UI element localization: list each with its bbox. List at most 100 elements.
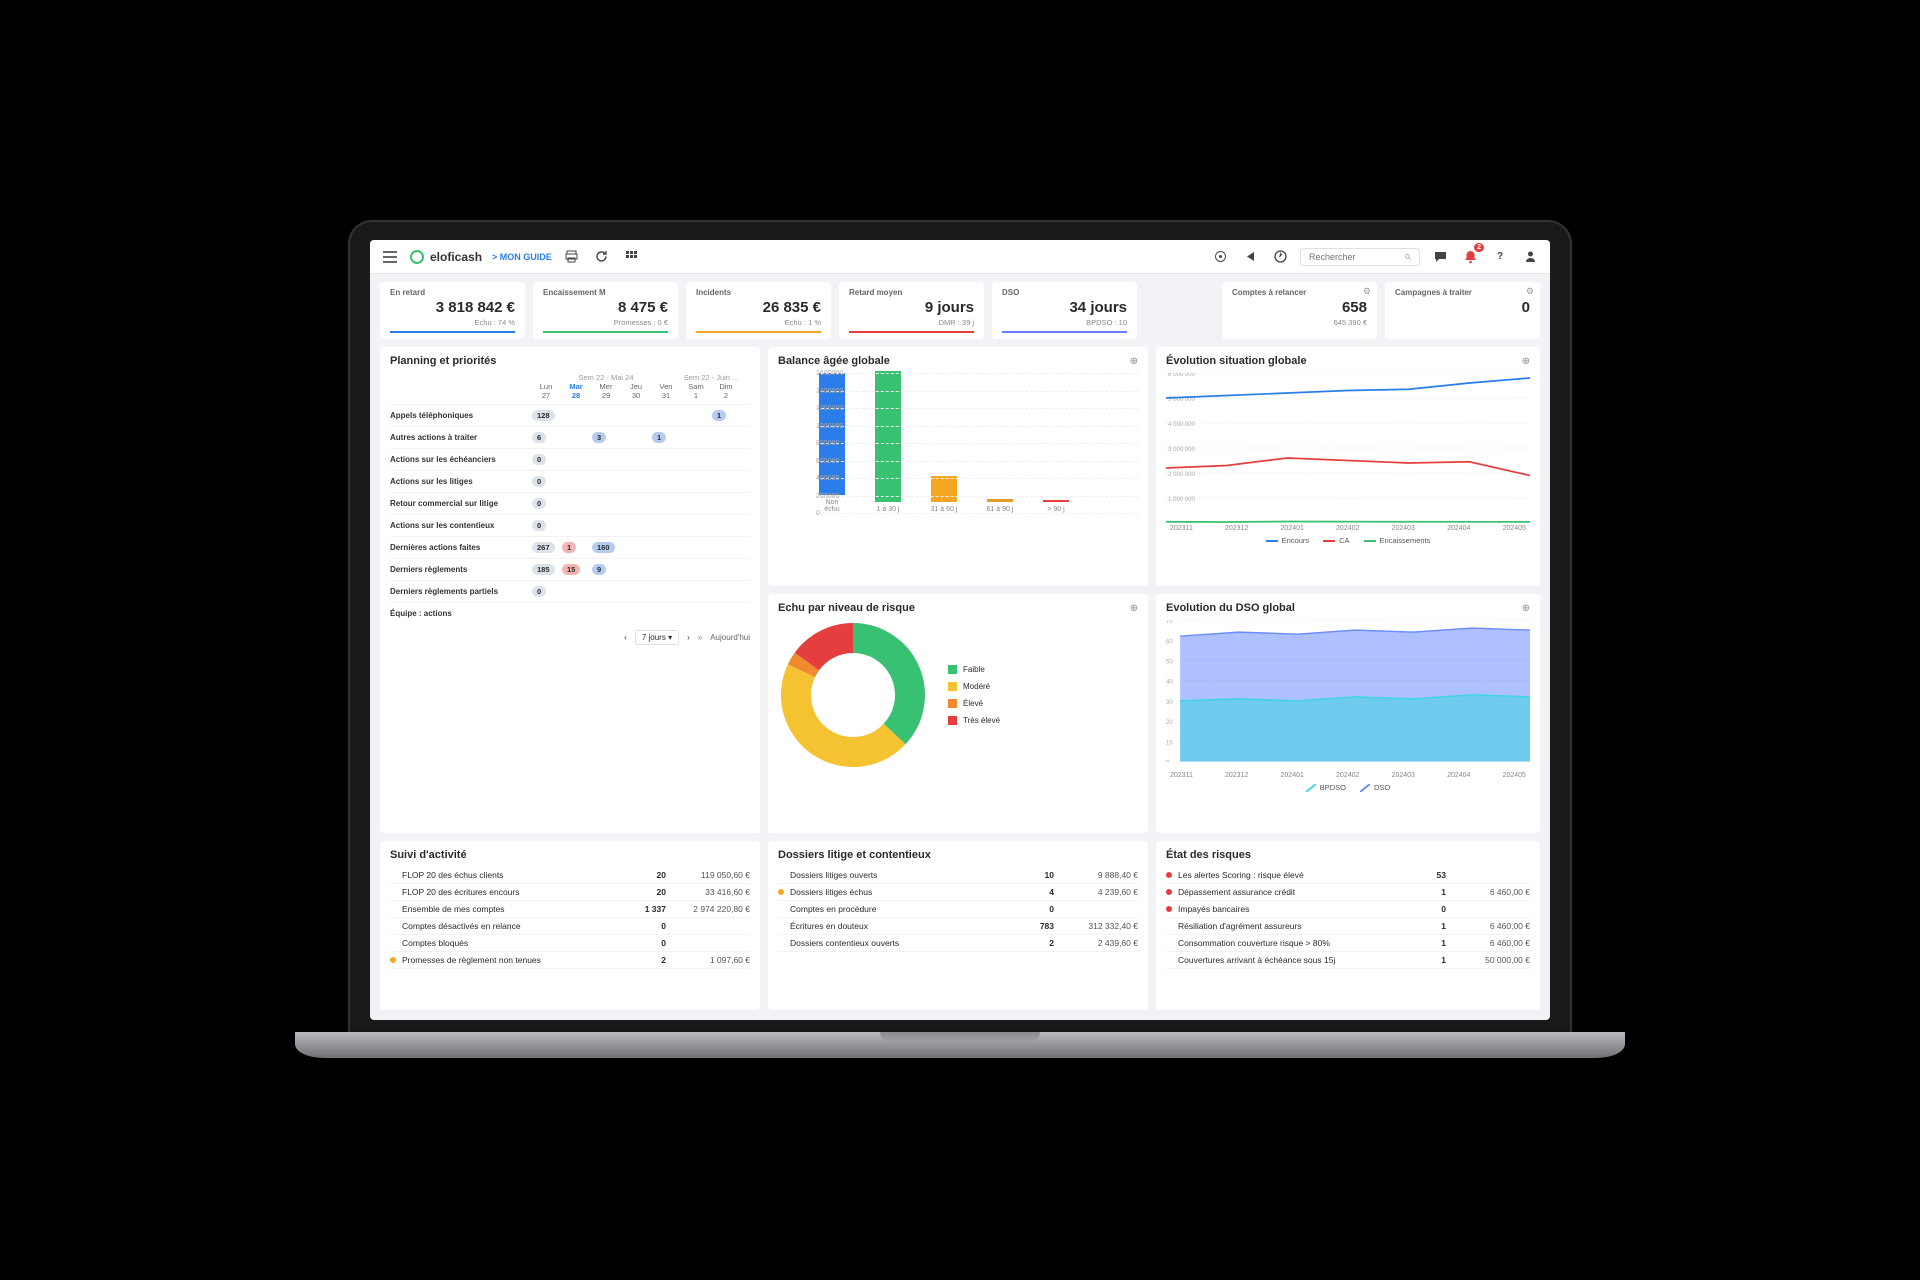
range-select[interactable]: 7 jours ▾ (635, 630, 679, 645)
card-risques: État des risques Les alertes Scoring : r… (1156, 841, 1540, 1010)
laptop-base (295, 1032, 1625, 1058)
card-suivi: Suivi d'activité FLOP 20 des échus clien… (380, 841, 760, 1010)
zoom-icon[interactable]: ⊕ (1522, 356, 1530, 367)
brand-name: eloficash (430, 250, 482, 264)
search-box[interactable] (1300, 248, 1420, 266)
zoom-icon[interactable]: ⊕ (1130, 356, 1138, 367)
card-balance: Balance âgée globale ⊕ 16000001400000120… (768, 347, 1148, 586)
status-dot-icon (390, 957, 396, 963)
svg-text:6 000 000: 6 000 000 (1168, 373, 1195, 378)
kpi-value: 3 818 842 € (390, 299, 515, 316)
brand-logo: eloficash (410, 250, 482, 264)
table-row[interactable]: Promesses de règlement non tenues21 097,… (390, 952, 750, 969)
plan-row[interactable]: Actions sur les contentieux0 (390, 514, 750, 536)
table-row[interactable]: FLOP 20 des écritures encours2033 416,60… (390, 884, 750, 901)
plan-row[interactable]: Actions sur les échéanciers0 (390, 448, 750, 470)
plan-row[interactable]: Actions sur les litiges0 (390, 470, 750, 492)
table-row[interactable]: Dossiers litiges ouverts109 888,40 € (778, 867, 1138, 884)
plan-row[interactable]: Appels téléphoniques1281 (390, 404, 750, 426)
zoom-icon[interactable]: ⊕ (1130, 603, 1138, 614)
table-row[interactable]: Dossiers contentieux ouverts22 439,60 € (778, 935, 1138, 952)
chat-icon[interactable] (1430, 247, 1450, 267)
zoom-icon[interactable]: ⊕ (1522, 603, 1530, 614)
notif-badge: 2 (1474, 243, 1484, 252)
table-row[interactable]: Les alertes Scoring : risque élevé53 (1166, 867, 1530, 884)
svg-text:0: 0 (1166, 761, 1170, 762)
svg-text:10: 10 (1166, 740, 1173, 746)
table-row[interactable]: Comptes en procédure0 (778, 901, 1138, 918)
help-icon[interactable]: ? (1490, 247, 1510, 267)
table-row[interactable]: Résiliation d'agrément assureurs16 460,0… (1166, 918, 1530, 935)
svg-text:70: 70 (1166, 620, 1173, 625)
gear-icon[interactable]: ⚙ (1363, 286, 1371, 297)
plan-row[interactable]: Autres actions à traiter631 (390, 426, 750, 448)
kpi-card[interactable]: ⚙ Campagnes à traiter 0 (1385, 282, 1540, 339)
menu-icon[interactable] (380, 247, 400, 267)
dso-area-chart: 706050403020100 (1166, 620, 1530, 770)
kpi-card[interactable]: ⚙ Comptes à relancer 658 645 390 € (1222, 282, 1377, 339)
plan-row[interactable]: Retour commercial sur litige0 (390, 492, 750, 514)
risk-donut-chart (778, 620, 928, 770)
svg-text:30: 30 (1166, 700, 1173, 706)
gear-icon[interactable]: ⚙ (1526, 286, 1534, 297)
plan-row[interactable]: Dernières actions faites2671160 (390, 536, 750, 558)
table-row[interactable]: Couvertures arrivant à échéance sous 15j… (1166, 952, 1530, 969)
card-risk-donut: Echu par niveau de risque ⊕ Faible Modér… (768, 594, 1148, 833)
table-row[interactable]: Consommation couverture risque > 80%16 4… (1166, 935, 1530, 952)
plan-row[interactable]: Équipe : actions (390, 602, 750, 624)
svg-text:50: 50 (1166, 659, 1173, 665)
app-header: eloficash > MON GUIDE (370, 240, 1550, 274)
status-dot-icon (1166, 906, 1172, 912)
kpi-card[interactable]: Incidents 26 835 € Echu : 1 % (686, 282, 831, 339)
today-link[interactable]: Aujourd'hui (710, 633, 750, 642)
card-title: Balance âgée globale (778, 355, 890, 367)
evolution-line-chart: 6 000 0005 000 0004 000 0003 000 0002 00… (1166, 373, 1530, 523)
refresh-icon[interactable] (592, 247, 612, 267)
svg-text:20: 20 (1166, 720, 1173, 726)
kpi-row: En retard 3 818 842 € Echu : 74 % Encais… (370, 274, 1550, 347)
search-input[interactable] (1309, 252, 1399, 262)
table-row[interactable]: Ensemble de mes comptes1 3372 974 220,80… (390, 901, 750, 918)
kpi-accent (390, 331, 515, 333)
card-planning: Planning et priorités Sem 22 - Mai 24 Se… (380, 347, 760, 833)
notifications-icon[interactable]: 2 (1460, 247, 1480, 267)
guide-link[interactable]: > MON GUIDE (492, 252, 552, 262)
status-dot-icon (1166, 872, 1172, 878)
svg-text:1 000 000: 1 000 000 (1168, 496, 1195, 503)
main-grid: Balance âgée globale ⊕ 16000001400000120… (370, 347, 1550, 1020)
table-row[interactable]: Dossiers litiges échus44 239,60 € (778, 884, 1138, 901)
card-evolution: Évolution situation globale ⊕ 6 000 0005… (1156, 347, 1540, 586)
logo-icon (410, 250, 424, 264)
svg-text:40: 40 (1166, 680, 1173, 686)
table-row[interactable]: Impayés bancaires0 (1166, 901, 1530, 918)
status-dot-icon (1166, 889, 1172, 895)
kpi-card[interactable]: Retard moyen 9 jours DMR : 39 j (839, 282, 984, 339)
svg-text:4 000 000: 4 000 000 (1168, 421, 1195, 428)
next-icon[interactable]: › (687, 633, 690, 642)
status-dot-icon (778, 889, 784, 895)
search-icon (1405, 252, 1411, 262)
table-row[interactable]: Dépassement assurance crédit16 460,00 € (1166, 884, 1530, 901)
compass-icon[interactable] (1270, 247, 1290, 267)
risk-legend: Faible Modéré Élevé Très élevé (948, 665, 1000, 725)
target-icon[interactable] (1210, 247, 1230, 267)
kpi-card[interactable]: Encaissement M 8 475 € Promesses : 0 € (533, 282, 678, 339)
plan-row[interactable]: Derniers règlements185159 (390, 558, 750, 580)
table-row[interactable]: Comptes désactivés en relance0 (390, 918, 750, 935)
prev-icon[interactable]: ‹ (624, 633, 627, 642)
table-row[interactable]: FLOP 20 des échus clients20119 050,60 € (390, 867, 750, 884)
kpi-card[interactable]: En retard 3 818 842 € Echu : 74 % (380, 282, 525, 339)
play-left-icon[interactable] (1240, 247, 1260, 267)
table-row[interactable]: Comptes bloqués0 (390, 935, 750, 952)
svg-text:3 000 000: 3 000 000 (1168, 446, 1195, 453)
print-icon[interactable] (562, 247, 582, 267)
kpi-card[interactable]: DSO 34 jours BPDSO : 10 (992, 282, 1137, 339)
table-row[interactable]: Écritures en douteux783312 332,40 € (778, 918, 1138, 935)
plan-row[interactable]: Derniers règlements partiels0 (390, 580, 750, 602)
grid-icon[interactable] (622, 247, 642, 267)
card-litige: Dossiers litige et contentieux Dossiers … (768, 841, 1148, 1010)
card-dso: Evolution du DSO global ⊕ 70605040302010… (1156, 594, 1540, 833)
kpi-label: En retard (390, 288, 515, 297)
svg-text:2 000 000: 2 000 000 (1168, 471, 1195, 478)
user-icon[interactable] (1520, 247, 1540, 267)
